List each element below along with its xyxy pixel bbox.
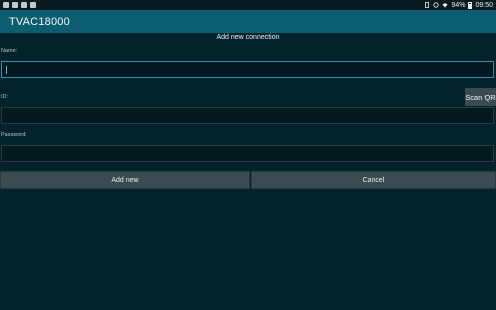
wifi-icon (442, 3, 448, 8)
app-bar: TVAC18000 (0, 10, 496, 33)
image-notification-icon (3, 2, 9, 8)
vibrate-icon (425, 2, 430, 8)
alarm-icon (433, 2, 440, 8)
dialog-title: Add new connection (216, 34, 280, 41)
battery-percent: 94% (451, 1, 466, 9)
id-input[interactable] (2, 112, 493, 127)
add-new-button[interactable]: Add new (0, 171, 250, 189)
cancel-button[interactable]: Cancel (251, 171, 496, 189)
name-label: Name: (1, 48, 18, 54)
app-title: TVAC18000 (9, 15, 70, 28)
text-cursor (6, 66, 7, 74)
status-bar: 94% 09:50 (0, 0, 496, 10)
battery-icon (468, 1, 473, 9)
status-notifications (3, 2, 36, 8)
clock: 09:50 (475, 1, 493, 9)
upload-notification-icon (30, 2, 36, 8)
password-label: Password: (1, 132, 27, 138)
name-input[interactable] (2, 66, 493, 81)
mail-notification-icon (12, 2, 18, 8)
password-field[interactable] (1, 145, 494, 165)
id-label: ID: (1, 94, 9, 100)
status-indicators: 94% 09:50 (424, 1, 493, 9)
gallery-notification-icon (21, 2, 27, 8)
scan-qr-button[interactable]: Scan QR (465, 88, 496, 106)
id-field[interactable] (1, 107, 494, 127)
name-field[interactable] (1, 61, 494, 81)
password-input[interactable] (2, 150, 493, 165)
